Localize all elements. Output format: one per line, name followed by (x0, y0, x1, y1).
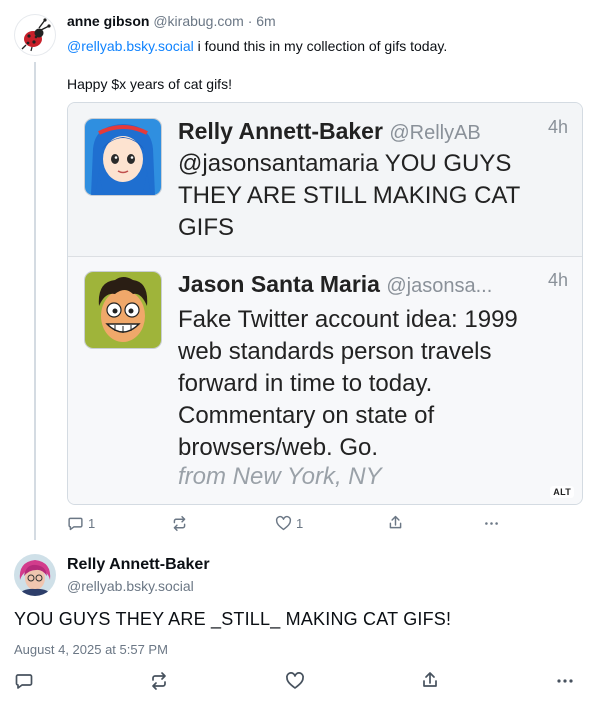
like-count: 1 (296, 516, 304, 531)
cartoon-man-avatar-icon (85, 272, 161, 348)
reply-button[interactable] (14, 671, 34, 691)
author-name[interactable]: anne gibson (67, 13, 149, 29)
ladybug-avatar-icon (21, 18, 51, 52)
avatar[interactable] (14, 554, 56, 596)
tweet-2-location: from New York, NY (178, 463, 382, 490)
tweet-1: Relly Annett-Baker @RellyAB 4h @jasonsan… (68, 103, 582, 256)
tweet-1-handle: @RellyAB (389, 122, 481, 144)
share-button[interactable] (420, 670, 440, 690)
tweet-1-avatar (84, 118, 162, 196)
avatar[interactable] (14, 14, 56, 56)
header-separator: · (247, 13, 253, 29)
author-handle[interactable]: @rellyab.bsky.social (67, 578, 194, 594)
more-icon (485, 522, 498, 525)
post-text-line2: Happy $x years of cat gifs! (67, 76, 232, 92)
reply-button[interactable]: 1 (67, 515, 95, 532)
tweet-2: Jason Santa Maria @jasonsa... 4h Fake Tw… (68, 257, 582, 504)
share-icon (423, 672, 437, 687)
tweet-1-time: 4h (547, 117, 568, 137)
embedded-gif[interactable]: Relly Annett-Baker @RellyAB 4h @jasonsan… (67, 102, 583, 505)
post-time[interactable]: 6m (256, 13, 275, 29)
repost-button[interactable] (171, 515, 188, 532)
alt-badge[interactable]: ALT (550, 486, 574, 498)
share-button[interactable] (387, 514, 404, 531)
repost-icon (173, 515, 186, 532)
post-text: @rellyab.bsky.social i found this in my … (67, 36, 582, 56)
more-button[interactable] (483, 515, 500, 532)
reply-icon (68, 517, 83, 531)
repost-button[interactable] (149, 671, 169, 691)
tweet-2-avatar (84, 271, 162, 349)
like-icon (275, 515, 292, 531)
post-timestamp[interactable]: August 4, 2025 at 5:57 PM (14, 642, 168, 657)
more-icon (557, 679, 573, 683)
thread-line (34, 62, 36, 540)
tweet-2-handle: @jasonsa... (386, 275, 493, 297)
tweet-1-header: Relly Annett-Baker @RellyAB (178, 118, 481, 145)
mention-link[interactable]: @rellyab.bsky.social (67, 38, 194, 54)
reply-icon (15, 674, 33, 689)
like-button[interactable] (285, 671, 305, 691)
tweet-2-name: Jason Santa Maria (178, 271, 380, 297)
post-header: anne gibson @kirabug.com · 6m (67, 13, 276, 29)
like-button[interactable]: 1 (275, 515, 303, 532)
post-text-body: i found this in my collection of gifs to… (193, 38, 448, 54)
tweet-1-name: Relly Annett-Baker (178, 118, 383, 144)
tweet-2-header: Jason Santa Maria @jasonsa... (178, 271, 492, 298)
anime-girl-avatar-icon (85, 119, 161, 195)
user-photo-avatar-icon (14, 554, 56, 596)
tweet-2-time: 4h (547, 270, 568, 290)
author-name[interactable]: Relly Annett-Baker (67, 556, 210, 574)
like-icon (286, 672, 304, 689)
reply-count: 1 (88, 516, 96, 531)
tweet-1-text: @jasonsantamaria YOU GUYS THEY ARE STILL… (178, 150, 520, 241)
share-icon (389, 515, 402, 529)
tweet-2-text: Fake Twitter account idea: 1999 web stan… (178, 306, 518, 461)
more-button[interactable] (555, 671, 575, 691)
author-handle[interactable]: @kirabug.com (153, 13, 243, 29)
post-text: YOU GUYS THEY ARE _STILL_ MAKING CAT GIF… (14, 609, 452, 629)
repost-icon (152, 672, 166, 690)
